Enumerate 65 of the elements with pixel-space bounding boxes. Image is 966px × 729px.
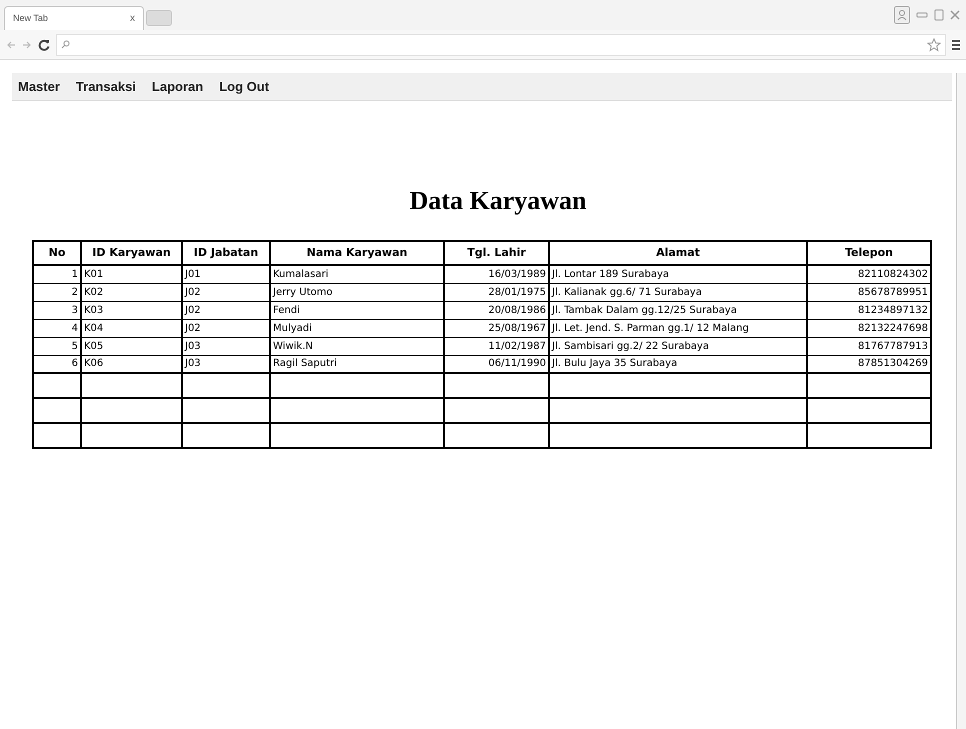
table-cell: 28/01/1975 bbox=[444, 283, 549, 301]
star-icon[interactable] bbox=[927, 38, 941, 52]
table-cell: Jl. Let. Jend. S. Parman gg.1/ 12 Malang bbox=[549, 319, 807, 337]
table-cell: Jerry Utomo bbox=[270, 283, 444, 301]
scrollbar[interactable] bbox=[956, 73, 966, 729]
table-cell: 11/02/1987 bbox=[444, 337, 549, 355]
table-cell: J03 bbox=[182, 355, 270, 373]
table-cell: 1 bbox=[33, 265, 81, 283]
table-cell: K02 bbox=[81, 283, 182, 301]
menu-icon[interactable] bbox=[952, 38, 960, 50]
table-cell: K04 bbox=[81, 319, 182, 337]
tab-title: New Tab bbox=[13, 12, 48, 25]
table-cell: 85678789951 bbox=[807, 283, 931, 301]
table-cell: J02 bbox=[182, 319, 270, 337]
table-cell: 6 bbox=[33, 355, 81, 373]
maximize-icon[interactable] bbox=[934, 9, 944, 21]
browser-tab[interactable]: New Tab x bbox=[4, 6, 144, 30]
column-header: Tgl. Lahir bbox=[444, 241, 549, 265]
table-cell: 25/08/1967 bbox=[444, 319, 549, 337]
minimize-icon[interactable] bbox=[916, 11, 928, 19]
menu-item[interactable]: Laporan bbox=[152, 76, 204, 96]
table-cell: J01 bbox=[182, 265, 270, 283]
column-header: ID Jabatan bbox=[182, 241, 270, 265]
table-cell: K05 bbox=[81, 337, 182, 355]
table-cell: 3 bbox=[33, 301, 81, 319]
search-icon bbox=[61, 40, 70, 49]
user-icon[interactable] bbox=[894, 6, 910, 24]
address-bar[interactable] bbox=[56, 34, 946, 56]
table-cell: Jl. Kalianak gg.6/ 71 Surabaya bbox=[549, 283, 807, 301]
table-cell: 82110824302 bbox=[807, 265, 931, 283]
page-title: Data Karyawan bbox=[408, 185, 588, 217]
forward-icon[interactable] bbox=[22, 40, 32, 50]
back-icon[interactable] bbox=[6, 40, 16, 50]
reload-icon[interactable] bbox=[38, 38, 50, 50]
table-cell: 20/08/1986 bbox=[444, 301, 549, 319]
close-tab-button[interactable]: x bbox=[130, 11, 135, 26]
column-header: Telepon bbox=[807, 241, 931, 265]
table-cell: Wiwik.N bbox=[270, 337, 444, 355]
table-cell: 81767787913 bbox=[807, 337, 931, 355]
table-cell: J02 bbox=[182, 301, 270, 319]
table-cell: J03 bbox=[182, 337, 270, 355]
table-cell: 81234897132 bbox=[807, 301, 931, 319]
column-header: Nama Karyawan bbox=[270, 241, 444, 265]
table-cell: Fendi bbox=[270, 301, 444, 319]
table-cell: 82132247698 bbox=[807, 319, 931, 337]
menu-item[interactable]: Master bbox=[18, 76, 60, 96]
table-cell: Mulyadi bbox=[270, 319, 444, 337]
table-cell: Jl. Tambak Dalam gg.12/25 Surabaya bbox=[549, 301, 807, 319]
table-cell: K01 bbox=[81, 265, 182, 283]
column-header: Alamat bbox=[549, 241, 807, 265]
table-cell: 4 bbox=[33, 319, 81, 337]
table-cell: 16/03/1989 bbox=[444, 265, 549, 283]
table-cell: K03 bbox=[81, 301, 182, 319]
column-header: ID Karyawan bbox=[81, 241, 182, 265]
column-header: No bbox=[33, 241, 81, 265]
table-cell: Jl. Lontar 189 Surabaya bbox=[549, 265, 807, 283]
table-cell: 5 bbox=[33, 337, 81, 355]
table-cell: Jl. Bulu Jaya 35 Surabaya bbox=[549, 355, 807, 373]
close-icon[interactable] bbox=[950, 10, 960, 20]
table-cell: Jl. Sambisari gg.2/ 22 Surabaya bbox=[549, 337, 807, 355]
table-cell: J02 bbox=[182, 283, 270, 301]
table-cell: 2 bbox=[33, 283, 81, 301]
menu-item[interactable]: Transaksi bbox=[76, 76, 136, 96]
table-cell: Kumalasari bbox=[270, 265, 444, 283]
menu-item[interactable]: Log Out bbox=[219, 76, 270, 96]
